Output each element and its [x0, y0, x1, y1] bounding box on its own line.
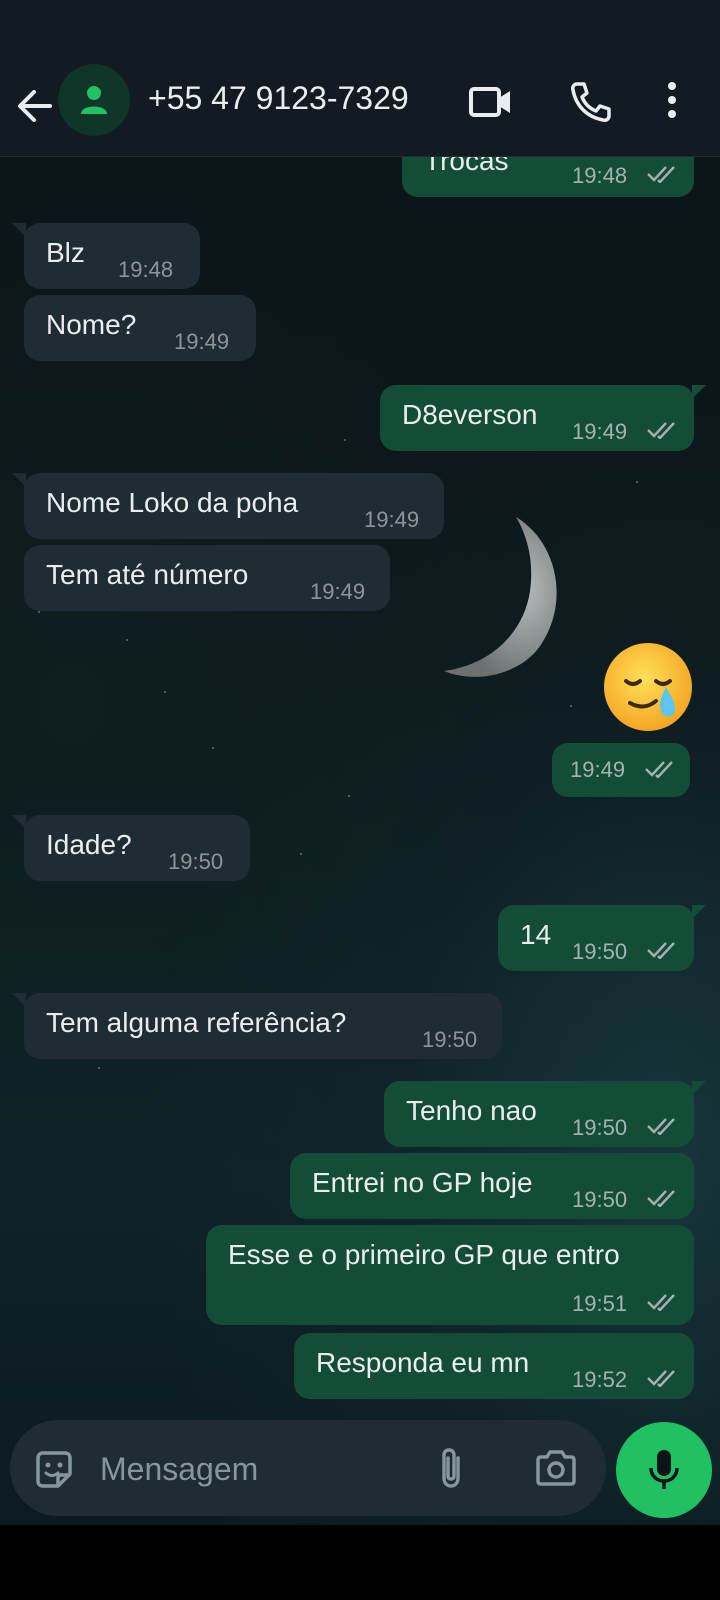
message-outgoing[interactable]: D8everson 19:49	[380, 385, 706, 451]
chat-area[interactable]: Trocas 19:48 Blz 19:48 Nome? 19:49 D8eve…	[0, 157, 720, 1525]
sticker-icon[interactable]	[32, 1448, 76, 1497]
message-time: 19:49	[364, 507, 420, 532]
message-time: 19:49	[572, 419, 628, 444]
message-time: 19:50	[572, 1115, 628, 1140]
read-receipt-icon	[647, 422, 675, 439]
message-time: 19:50	[422, 1027, 478, 1052]
message-text: Trocas	[424, 157, 509, 176]
avatar-person-icon	[81, 86, 107, 114]
read-receipt-icon	[645, 761, 673, 778]
message-outgoing[interactable]: Entrei no GP hoje 19:50	[290, 1153, 694, 1219]
read-receipt-icon	[647, 1370, 675, 1387]
system-nav-bar	[0, 1526, 720, 1600]
back-arrow-icon[interactable]	[14, 86, 54, 126]
message-incoming[interactable]: Nome Loko da poha 19:49	[12, 473, 444, 539]
read-receipt-icon	[647, 1294, 675, 1311]
status-bar	[0, 0, 720, 52]
read-receipt-icon	[647, 1118, 675, 1135]
message-time: 19:52	[572, 1367, 628, 1392]
message-incoming[interactable]: Blz 19:48	[12, 223, 200, 289]
phone-icon[interactable]	[568, 80, 612, 129]
message-text: Blz	[46, 237, 85, 268]
more-vert-icon[interactable]	[664, 80, 680, 125]
message-text: D8everson	[402, 399, 538, 430]
message-composer	[0, 1408, 720, 1524]
message-time: 19:48	[572, 163, 628, 188]
message-text: Tem alguma referência?	[46, 1007, 347, 1038]
crying-face-emoji-icon	[604, 643, 692, 731]
message-text: Tem até número	[46, 559, 249, 590]
read-receipt-icon	[647, 166, 675, 183]
mic-icon	[649, 1450, 679, 1489]
message-outgoing[interactable]: Trocas 19:48	[402, 157, 694, 197]
message-text: Nome?	[46, 309, 137, 340]
message-time: 19:49	[174, 329, 230, 354]
read-receipt-icon	[647, 942, 675, 959]
message-incoming[interactable]: Tem alguma referência? 19:50	[12, 993, 502, 1059]
video-call-icon[interactable]	[468, 82, 514, 127]
camera-icon[interactable]	[534, 1448, 578, 1493]
moon-wallpaper-graphic	[444, 517, 557, 677]
message-outgoing[interactable]: Tenho nao 19:50	[384, 1081, 706, 1147]
message-text: Idade?	[46, 829, 132, 860]
message-time: 19:48	[118, 257, 174, 282]
contact-name[interactable]: +55 47 9123-7329	[148, 80, 409, 117]
attach-icon[interactable]	[436, 1446, 466, 1495]
message-time: 19:50	[572, 939, 628, 964]
message-text: Nome Loko da poha	[46, 487, 299, 518]
avatar[interactable]	[58, 64, 130, 136]
message-outgoing[interactable]: 19:49	[552, 743, 690, 797]
message-text: Tenho nao	[406, 1095, 537, 1126]
message-outgoing[interactable]: Esse e o primeiro GP que entro 19:51	[206, 1225, 694, 1325]
message-text: Entrei no GP hoje	[312, 1167, 533, 1198]
mic-button[interactable]	[616, 1422, 712, 1518]
message-input-container[interactable]	[10, 1420, 606, 1516]
message-outgoing[interactable]: Responda eu mn 19:52	[294, 1333, 694, 1399]
message-text: Esse e o primeiro GP que entro	[228, 1239, 620, 1270]
message-time: 19:51	[572, 1291, 628, 1316]
message-incoming[interactable]: Idade? 19:50	[12, 815, 250, 881]
message-incoming[interactable]: Nome? 19:49	[24, 295, 256, 361]
message-time: 19:50	[168, 849, 224, 874]
message-time: 19:49	[310, 579, 366, 604]
message-incoming[interactable]: Tem até número 19:49	[24, 545, 390, 611]
message-text: 14	[520, 919, 552, 950]
message-time: 19:50	[572, 1187, 628, 1212]
read-receipt-icon	[647, 1190, 675, 1207]
message-time: 19:49	[570, 757, 626, 782]
message-outgoing[interactable]: 14 19:50	[498, 905, 706, 971]
chat-header: +55 47 9123-7329	[0, 52, 720, 157]
message-text: Responda eu mn	[316, 1347, 530, 1378]
message-input[interactable]	[98, 1440, 402, 1498]
